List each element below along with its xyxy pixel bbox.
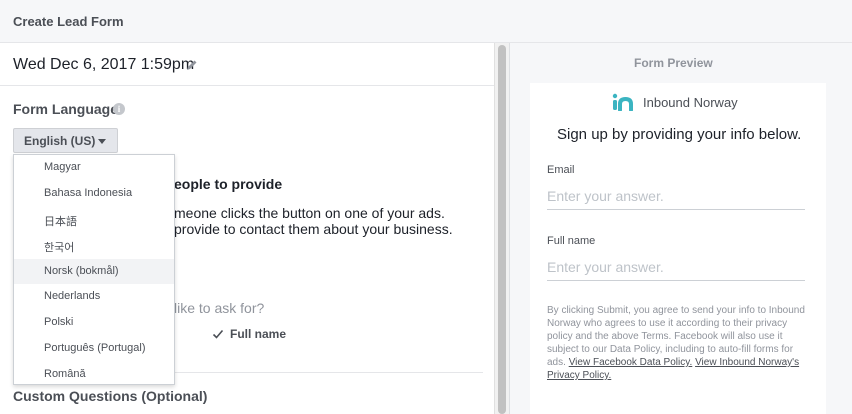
section-description-line2: provide to contact them about your busin…	[174, 221, 453, 237]
language-option-bahasa-indonesia[interactable]: Bahasa Indonesia	[14, 181, 174, 207]
divider	[0, 85, 494, 86]
scrollbar-thumb[interactable]	[498, 45, 506, 414]
form-editor-panel: Wed Dec 6, 2017 1:59pm Form Language i E…	[0, 43, 494, 414]
full-name-checkbox-label[interactable]: Full name	[230, 327, 286, 341]
language-option-norsk[interactable]: Norsk (bokmål)	[14, 258, 174, 285]
custom-questions-heading[interactable]: Custom Questions (Optional)	[13, 388, 207, 404]
info-icon[interactable]: i	[113, 103, 125, 115]
top-bar: Create Lead Form	[0, 0, 852, 43]
form-name[interactable]: Wed Dec 6, 2017 1:59pm	[13, 56, 194, 74]
scrollbar[interactable]	[494, 43, 509, 414]
language-option-nederlands[interactable]: Nederlands	[14, 284, 174, 310]
signup-heading: Sign up by providing your info below.	[557, 126, 802, 143]
facebook-data-policy-link[interactable]: View Facebook Data Policy.	[569, 357, 693, 368]
full-name-label: Full name	[547, 235, 596, 247]
language-option-portugues[interactable]: Português (Portugal)	[14, 336, 174, 362]
checkmark-icon[interactable]	[212, 328, 224, 340]
language-selected-label: English (US)	[24, 134, 96, 148]
page-title: Create Lead Form	[13, 14, 124, 29]
inbound-norway-logo-icon	[612, 93, 633, 111]
section-description-line1: meone clicks the button on one of your a…	[174, 205, 445, 221]
brand-name: Inbound Norway	[643, 95, 738, 110]
email-field[interactable]: Enter your answer.	[547, 186, 805, 210]
pencil-icon[interactable]	[186, 59, 198, 71]
section-heading: eople to provide	[174, 176, 283, 192]
language-dropdown-menu: Magyar Bahasa Indonesia 日本語 한국어 Norsk (b…	[13, 154, 175, 385]
caret-down-icon	[98, 139, 106, 144]
language-option-japanese[interactable]: 日本語	[14, 207, 174, 233]
language-option-polski[interactable]: Polski	[14, 310, 174, 336]
language-option-magyar[interactable]: Magyar	[14, 155, 174, 181]
question-prompt: like to ask for?	[174, 300, 265, 316]
language-option-romana[interactable]: Română	[14, 362, 174, 388]
panel-divider	[509, 43, 510, 414]
form-preview-title: Form Preview	[634, 56, 713, 70]
full-name-field[interactable]: Enter your answer.	[547, 257, 805, 281]
legal-disclaimer: By clicking Submit, you agree to send yo…	[547, 304, 809, 382]
form-language-label: Form Language	[13, 101, 119, 117]
language-option-korean[interactable]: 한국어	[14, 233, 174, 259]
email-label: Email	[547, 164, 575, 176]
